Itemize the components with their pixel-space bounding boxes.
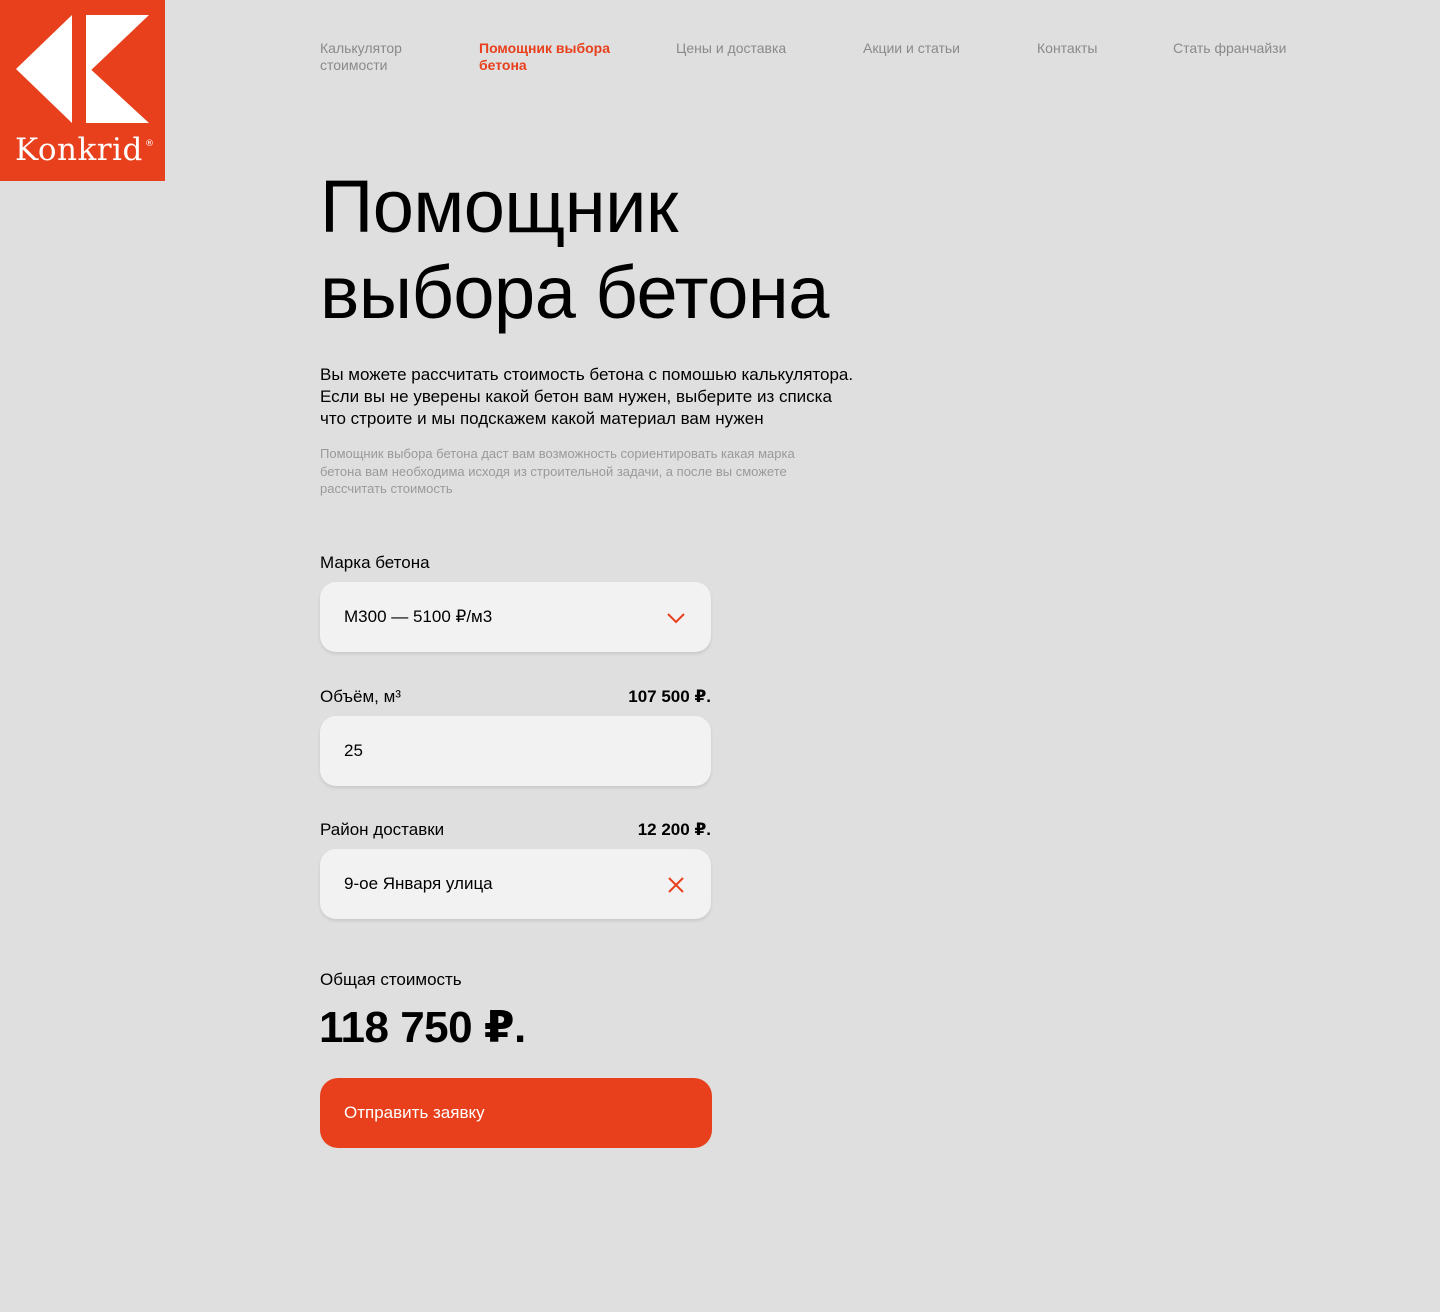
note-line: рассчитать стоимость xyxy=(320,481,453,496)
close-icon[interactable] xyxy=(665,874,687,896)
nav-item-calculator[interactable]: Калькулятор стоимости xyxy=(320,40,402,74)
nav-item-franchise[interactable]: Стать франчайзи xyxy=(1173,40,1286,57)
grade-select-value: М300 — 5100 ₽/м3 xyxy=(344,607,493,626)
lead-line: Если вы не уверены какой бетон вам нужен… xyxy=(320,387,832,406)
district-label: Район доставки xyxy=(320,820,445,839)
nav-item-contacts[interactable]: Контакты xyxy=(1037,40,1097,57)
page-title: Помощник выбора бетона xyxy=(320,164,1020,336)
volume-input-value: 25 xyxy=(344,741,363,760)
nav-item-prices-delivery[interactable]: Цены и доставка xyxy=(676,40,786,57)
lead-line: Вы можете рассчитать стоимость бетона с … xyxy=(320,365,854,384)
lead-line: что строите и мы подскажем какой материа… xyxy=(320,409,764,428)
note-line: бетона вам необходима исходя из строител… xyxy=(320,463,787,479)
volume-label: Объём, м³ xyxy=(320,687,401,706)
brand-wordmark: Konkrid xyxy=(15,132,143,168)
total-value: 118 750 ₽. xyxy=(319,1003,526,1052)
page-lead: Вы можете рассчитать стоимость бетона с … xyxy=(320,364,940,430)
district-input[interactable]: 9-ое Января улица xyxy=(320,849,711,919)
brand-logo[interactable]: Konkrid ® xyxy=(0,0,165,181)
nav-item-promotions-articles[interactable]: Акции и статьи xyxy=(863,40,960,57)
grade-label: Марка бетона xyxy=(320,553,430,572)
page-title-line: Помощник xyxy=(320,165,678,248)
district-input-value: 9-ое Января улица xyxy=(344,874,493,893)
total-label: Общая стоимость xyxy=(320,970,462,989)
top-nav: Калькулятор стоимости Помощник выбора бе… xyxy=(0,40,1440,80)
chevron-down-icon[interactable] xyxy=(665,607,687,629)
district-price: 12 200 ₽. xyxy=(637,820,711,839)
volume-price: 107 500 ₽. xyxy=(628,687,711,706)
nav-item-label: Цены и доставка xyxy=(676,40,787,56)
page-title-line: выбора бетона xyxy=(320,251,829,334)
registered-mark: ® xyxy=(145,139,154,149)
nav-item-label: стоимости xyxy=(320,57,388,73)
nav-item-label: бетона xyxy=(479,57,527,73)
nav-item-label: Стать франчайзи xyxy=(1173,40,1287,56)
submit-request-button[interactable]: Отправить заявку xyxy=(320,1078,712,1148)
nav-item-label: Калькулятор xyxy=(320,40,402,56)
nav-item-label: Помощник выбора xyxy=(479,40,611,56)
nav-item-label: Акции и статьи xyxy=(863,40,960,56)
nav-item-concrete-helper[interactable]: Помощник выбора бетона xyxy=(479,40,610,74)
grade-select[interactable]: М300 — 5100 ₽/м3 xyxy=(320,582,711,652)
volume-input[interactable]: 25 xyxy=(320,716,711,786)
nav-item-label: Контакты xyxy=(1037,40,1098,56)
page-note: Помощник выбора бетона даст вам возможно… xyxy=(320,445,890,498)
note-line: Помощник выбора бетона даст вам возможно… xyxy=(320,446,795,461)
